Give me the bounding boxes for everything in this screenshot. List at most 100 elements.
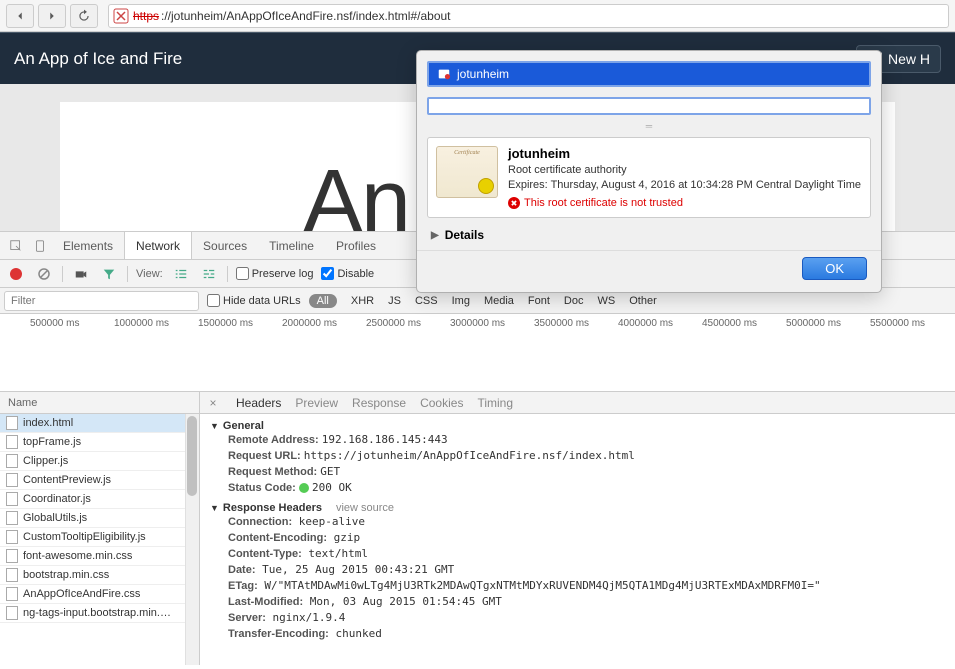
file-icon (6, 511, 18, 525)
browser-toolbar: https ://jotunheim/AnAppOfIceAndFire.nsf… (0, 0, 955, 32)
devtools: ElementsNetworkSourcesTimelineProfiles V… (0, 231, 955, 665)
file-icon (6, 473, 18, 487)
reload-button[interactable] (70, 4, 98, 28)
detail-tab-preview[interactable]: Preview (295, 396, 338, 410)
general-section[interactable]: General (210, 420, 945, 432)
file-icon (6, 492, 18, 506)
timeline-tick: 5500000 ms (870, 318, 925, 329)
certificate-icon (436, 146, 498, 198)
header-row: Server: nginx/1.9.4 (210, 610, 945, 626)
url-path: ://jotunheim/AnAppOfIceAndFire.nsf/index… (161, 9, 451, 23)
request-row[interactable]: AnAppOfIceAndFire.css (0, 585, 199, 604)
file-icon (6, 549, 18, 563)
file-icon (6, 587, 18, 601)
separator (127, 266, 128, 282)
request-row[interactable]: ng-tags-input.bootstrap.min.… (0, 604, 199, 623)
clear-icon[interactable] (34, 264, 54, 284)
request-row[interactable]: topFrame.js (0, 433, 199, 452)
file-icon (6, 530, 18, 544)
detail-tabs: × Headers Preview Response Cookies Timing (200, 392, 955, 414)
timeline-tick: 1500000 ms (198, 318, 253, 329)
response-headers-section[interactable]: Response Headersview source (210, 502, 945, 514)
request-row[interactable]: GlobalUtils.js (0, 509, 199, 528)
cert-error: This root certificate is not trusted (508, 197, 862, 209)
scrollbar[interactable] (185, 414, 199, 665)
filter-type-ws[interactable]: WS (597, 295, 615, 307)
timeline-tick: 2500000 ms (366, 318, 421, 329)
request-row[interactable]: index.html (0, 414, 199, 433)
detail-tab-timing[interactable]: Timing (477, 396, 513, 410)
header-row: Last-Modified: Mon, 03 Aug 2015 01:54:45… (210, 594, 945, 610)
header-row: Date: Tue, 25 Aug 2015 00:43:21 GMT (210, 562, 945, 578)
filter-type-font[interactable]: Font (528, 295, 550, 307)
request-row[interactable]: Coordinator.js (0, 490, 199, 509)
hide-urls-checkbox[interactable]: Hide data URLs (207, 294, 301, 307)
filter-type-media[interactable]: Media (484, 295, 514, 307)
devtools-tab-profiles[interactable]: Profiles (325, 232, 387, 259)
view-frame-icon[interactable] (199, 264, 219, 284)
timeline-tick: 4500000 ms (702, 318, 757, 329)
timeline-tick: 1000000 ms (114, 318, 169, 329)
cert-search-field[interactable] (427, 97, 871, 115)
filter-input[interactable] (4, 291, 199, 311)
filter-all[interactable]: All (309, 294, 337, 308)
preserve-log-checkbox[interactable]: Preserve log (236, 267, 314, 280)
new-button-label: New H (888, 51, 930, 67)
url-bar[interactable]: https ://jotunheim/AnAppOfIceAndFire.nsf… (108, 4, 949, 28)
status-dot-icon (299, 483, 309, 493)
devtools-tab-elements[interactable]: Elements (52, 232, 124, 259)
filter-type-css[interactable]: CSS (415, 295, 438, 307)
file-icon (6, 606, 18, 620)
record-icon[interactable] (6, 264, 26, 284)
header-row: Transfer-Encoding: chunked (210, 626, 945, 642)
timeline-tick: 5000000 ms (786, 318, 841, 329)
request-row[interactable]: bootstrap.min.css (0, 566, 199, 585)
request-row[interactable]: ContentPreview.js (0, 471, 199, 490)
detail-tab-headers[interactable]: Headers (236, 396, 281, 410)
cert-details-toggle[interactable]: Details (431, 228, 867, 242)
request-list-panel: Name index.htmltopFrame.jsClipper.jsCont… (0, 392, 200, 665)
forward-button[interactable] (38, 4, 66, 28)
cert-name: jotunheim (508, 146, 862, 161)
detail-tab-response[interactable]: Response (352, 396, 406, 410)
filter-type-img[interactable]: Img (452, 295, 470, 307)
request-row[interactable]: font-awesome.min.css (0, 547, 199, 566)
file-list: index.htmltopFrame.jsClipper.jsContentPr… (0, 414, 199, 665)
timeline[interactable]: 500000 ms1000000 ms1500000 ms2000000 ms2… (0, 314, 955, 392)
inspect-icon[interactable] (4, 239, 28, 253)
disable-cache-checkbox[interactable]: Disable (321, 267, 374, 280)
devtools-tab-network[interactable]: Network (124, 232, 192, 259)
cert-body: jotunheim Root certificate authority Exp… (427, 137, 871, 218)
back-button[interactable] (6, 4, 34, 28)
cert-popup-header[interactable]: jotunheim (427, 61, 871, 87)
detail-tab-cookies[interactable]: Cookies (420, 396, 463, 410)
close-detail-icon[interactable]: × (204, 396, 222, 410)
header-row: Content-Type: text/html (210, 546, 945, 562)
filter-type-doc[interactable]: Doc (564, 295, 584, 307)
detail-body: General Remote Address: 192.168.186.145:… (200, 414, 955, 665)
cert-badge-icon (437, 67, 451, 81)
cert-expires: Expires: Thursday, August 4, 2016 at 10:… (508, 178, 862, 193)
devtools-tab-sources[interactable]: Sources (192, 232, 258, 259)
file-icon (6, 416, 18, 430)
timeline-tick: 3000000 ms (450, 318, 505, 329)
drag-handle-icon[interactable]: ═ (417, 121, 881, 131)
filter-type-js[interactable]: JS (388, 295, 401, 307)
detail-panel: × Headers Preview Response Cookies Timing Ge… (200, 392, 955, 665)
camera-icon[interactable] (71, 264, 91, 284)
filter-type-other[interactable]: Other (629, 295, 657, 307)
header-row: Content-Encoding: gzip (210, 530, 945, 546)
request-row[interactable]: Clipper.js (0, 452, 199, 471)
filter-icon[interactable] (99, 264, 119, 284)
ok-button[interactable]: OK (802, 257, 867, 280)
request-row[interactable]: CustomTooltipEligibility.js (0, 528, 199, 547)
timeline-tick: 3500000 ms (534, 318, 589, 329)
name-column-header[interactable]: Name (0, 392, 199, 414)
header-row: Connection: keep-alive (210, 514, 945, 530)
filter-type-xhr[interactable]: XHR (351, 295, 374, 307)
devtools-tab-timeline[interactable]: Timeline (258, 232, 325, 259)
view-source-link[interactable]: view source (336, 502, 394, 514)
url-protocol: https (133, 9, 159, 23)
view-list-icon[interactable] (171, 264, 191, 284)
device-icon[interactable] (28, 239, 52, 253)
